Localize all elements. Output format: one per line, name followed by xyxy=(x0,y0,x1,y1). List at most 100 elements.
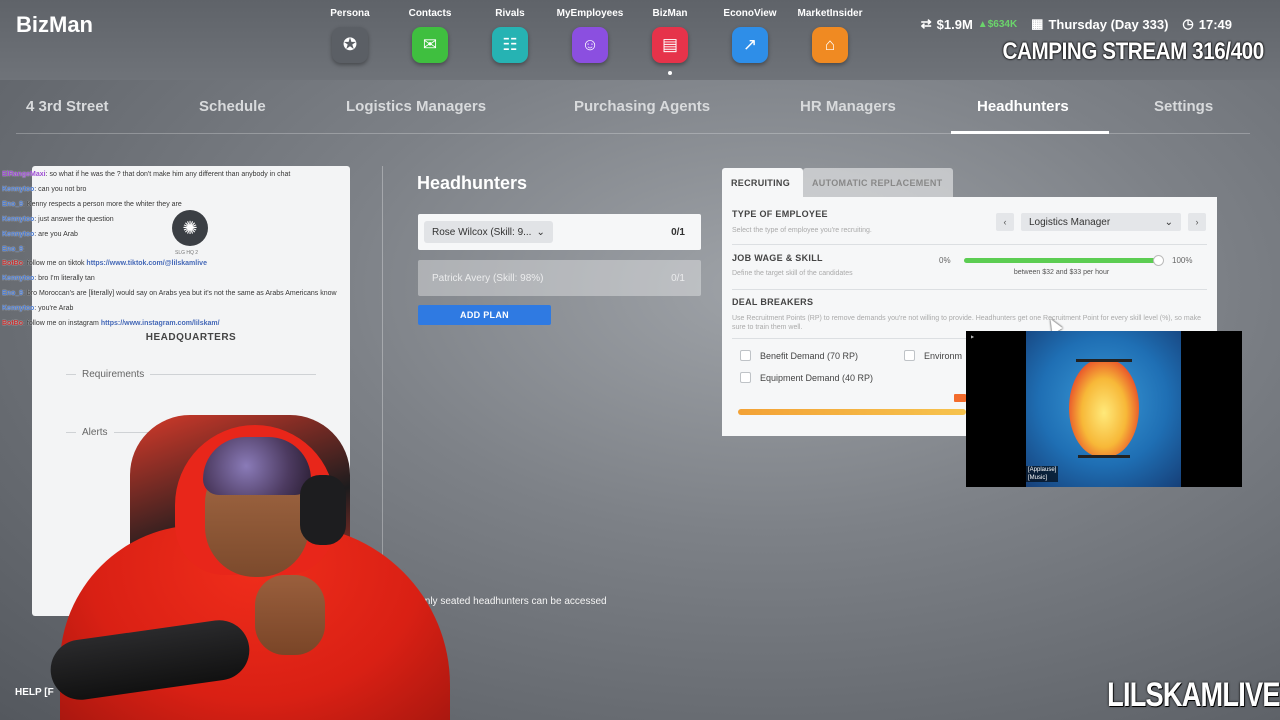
wage-skill-label: JOB WAGE & SKILL xyxy=(732,253,823,263)
chat-link[interactable]: https://www.instagram.com/lilskam/ xyxy=(101,320,220,327)
recruit-tabs: RECRUITING AUTOMATIC REPLACEMENT xyxy=(722,168,953,198)
chat-message: Eno_9: xyxy=(2,243,412,258)
chat-text: : just answer the question xyxy=(34,215,114,223)
lantern-image xyxy=(1069,359,1139,457)
app-launcher: Persona ✪ Contacts ✉ Rivals ☷ MyEmployee… xyxy=(310,8,870,75)
headhunter-dropdown[interactable]: Rose Wilcox (Skill: 9... ⌄ xyxy=(424,221,553,243)
section-divider xyxy=(150,374,316,375)
store-icon[interactable]: ▤ xyxy=(652,27,688,63)
persona-icon[interactable]: ✪ xyxy=(332,27,368,63)
time-stat: ◷ 17:49 xyxy=(1182,16,1232,32)
app-marketinsider[interactable]: MarketInsider ⌂ xyxy=(790,8,870,75)
employee-type-dropdown[interactable]: Logistics Manager ⌄ xyxy=(1021,213,1181,231)
headhunter-plan-row[interactable]: Patrick Avery (Skill: 98%) 0/1 xyxy=(418,260,701,296)
plan-count: 0/1 xyxy=(671,226,685,238)
tab-logistics-managers[interactable]: Logistics Managers xyxy=(346,98,486,115)
wage-range-text: between $32 and $33 per hour xyxy=(1013,269,1110,276)
tab-hr-managers[interactable]: HR Managers xyxy=(800,98,896,115)
checkbox[interactable] xyxy=(740,350,751,361)
tab-automatic-replacement[interactable]: AUTOMATIC REPLACEMENT xyxy=(803,168,953,198)
chat-text: : so what if he was the ? that don't mak… xyxy=(45,171,291,178)
help-hint[interactable]: HELP [F xyxy=(15,687,54,698)
checkbox[interactable] xyxy=(740,372,751,383)
chat-message: Eno_9: Kenny respects a person more the … xyxy=(2,198,412,213)
chat-icon[interactable]: ✉ xyxy=(412,27,448,63)
stream-chat-overlay: ElRangeMaxi: so what if he was the ? tha… xyxy=(2,168,412,332)
streamer-hair xyxy=(203,437,311,495)
benefit-demand-label: Benefit Demand (70 RP) xyxy=(760,350,859,361)
headhunter-name: Rose Wilcox (Skill: 9... xyxy=(432,226,532,238)
app-contacts[interactable]: Contacts ✉ xyxy=(390,8,470,75)
streamer-watermark: LILSKAMLIVE xyxy=(1107,676,1280,714)
slider-min-label: 0% xyxy=(939,256,951,265)
hq-title: HEADQUARTERS xyxy=(145,332,237,343)
headhunter-plan-row[interactable]: Rose Wilcox (Skill: 9... ⌄ 0/1 xyxy=(418,214,701,250)
chat-message: BotBo: follow me on instagram https://ww… xyxy=(2,317,412,332)
chat-message: Kennytoo: bro I'm literally tan xyxy=(2,272,412,287)
add-plan-button[interactable]: ADD PLAN xyxy=(418,305,551,325)
chat-link[interactable]: https://www.tiktok.com/@lilskamlive xyxy=(86,260,207,267)
chat-user: Eno_9 xyxy=(2,200,24,208)
stream-title-overlay: CAMPING STREAM 316/400 xyxy=(1002,38,1265,65)
equipment-demand-label: Equipment Demand (40 RP) xyxy=(760,372,874,383)
equipment-demand-option[interactable]: Equipment Demand (40 RP) xyxy=(740,372,873,383)
chat-message: ElRangeMaxi: so what if he was the ? tha… xyxy=(2,168,412,183)
app-persona[interactable]: Persona ✪ xyxy=(310,8,390,75)
chat-user: Eno_9 xyxy=(2,245,24,253)
group-icon[interactable]: ☷ xyxy=(492,27,528,63)
employee-type-value: Logistics Manager xyxy=(1029,216,1111,228)
tab-recruiting[interactable]: RECRUITING xyxy=(722,168,803,198)
tab-headhunters[interactable]: Headhunters xyxy=(977,98,1069,115)
chat-user: Kennytoo xyxy=(2,215,35,223)
tab-purchasing-agents[interactable]: Purchasing Agents xyxy=(574,98,710,115)
tab-schedule[interactable]: Schedule xyxy=(199,98,266,115)
app-rivals[interactable]: Rivals ☷ xyxy=(470,8,550,75)
chat-text: : can you not bro xyxy=(34,185,87,193)
chat-message: Kennytoo: you're Arab xyxy=(2,302,412,317)
app-label: MarketInsider xyxy=(797,8,863,19)
lantern-base xyxy=(1078,455,1130,458)
headhunter-dropdown[interactable]: Patrick Avery (Skill: 98%) xyxy=(424,267,552,289)
headphones xyxy=(300,475,346,545)
recruitment-points-bar xyxy=(738,409,966,415)
chat-text: : Kenny respects a person more the white… xyxy=(23,200,182,208)
plan-count: 0/1 xyxy=(671,272,685,284)
requirements-section[interactable]: Requirements xyxy=(66,369,316,380)
skill-slider[interactable] xyxy=(964,255,1164,266)
chevron-right-icon[interactable]: › xyxy=(1188,213,1206,231)
building-icon[interactable]: ⌂ xyxy=(812,27,848,63)
environment-demand-label: Environm xyxy=(924,350,963,361)
app-label: Rivals xyxy=(495,8,525,19)
chat-text: : follow me on tiktok xyxy=(23,260,87,268)
chat-message: Eno_9: bro Moroccan's are [literally] wo… xyxy=(2,287,412,302)
chat-text: : xyxy=(23,245,25,253)
chat-user: Kennytoo xyxy=(2,305,35,313)
chevron-down-icon: ⌄ xyxy=(1164,216,1173,228)
benefit-demand-option[interactable]: Benefit Demand (70 RP) xyxy=(740,350,858,361)
chevron-left-icon[interactable]: ‹ xyxy=(996,213,1014,231)
section-divider xyxy=(732,244,1207,245)
headhunter-name: Patrick Avery (Skill: 98%) xyxy=(432,272,544,284)
chat-text: : you're Arab xyxy=(34,305,74,313)
date-value: Thursday (Day 333) xyxy=(1048,16,1169,32)
money-stat: ⇄ $1.9M ▲$634K xyxy=(921,16,1017,32)
app-econoview[interactable]: EconoView ↗ xyxy=(710,8,790,75)
slider-handle[interactable] xyxy=(1153,255,1164,266)
checkbox[interactable] xyxy=(904,350,915,361)
chat-message: Kennytoo: are you Arab xyxy=(2,228,412,243)
calendar-icon: ▦ xyxy=(1031,16,1044,31)
chat-user: Kennytoo xyxy=(2,185,35,193)
chat-message: Kennytoo: just answer the question xyxy=(2,213,412,228)
app-bizman[interactable]: BizMan ▤ xyxy=(630,8,710,75)
section-divider xyxy=(66,374,76,375)
app-myemployees[interactable]: MyEmployees ☺ xyxy=(550,8,630,75)
lantern-cap xyxy=(1076,359,1132,362)
trend-icon[interactable]: ↗ xyxy=(732,27,768,63)
environment-demand-option[interactable]: Environm xyxy=(904,350,962,361)
tab-address[interactable]: 4 3rd Street xyxy=(26,98,109,115)
tab-settings[interactable]: Settings xyxy=(1154,98,1213,115)
chevron-down-icon: ⌄ xyxy=(536,226,545,238)
badge-icon[interactable]: ☺ xyxy=(572,27,608,63)
app-label: MyEmployees xyxy=(556,8,624,19)
chat-user: ElRangeMaxi xyxy=(2,171,46,178)
